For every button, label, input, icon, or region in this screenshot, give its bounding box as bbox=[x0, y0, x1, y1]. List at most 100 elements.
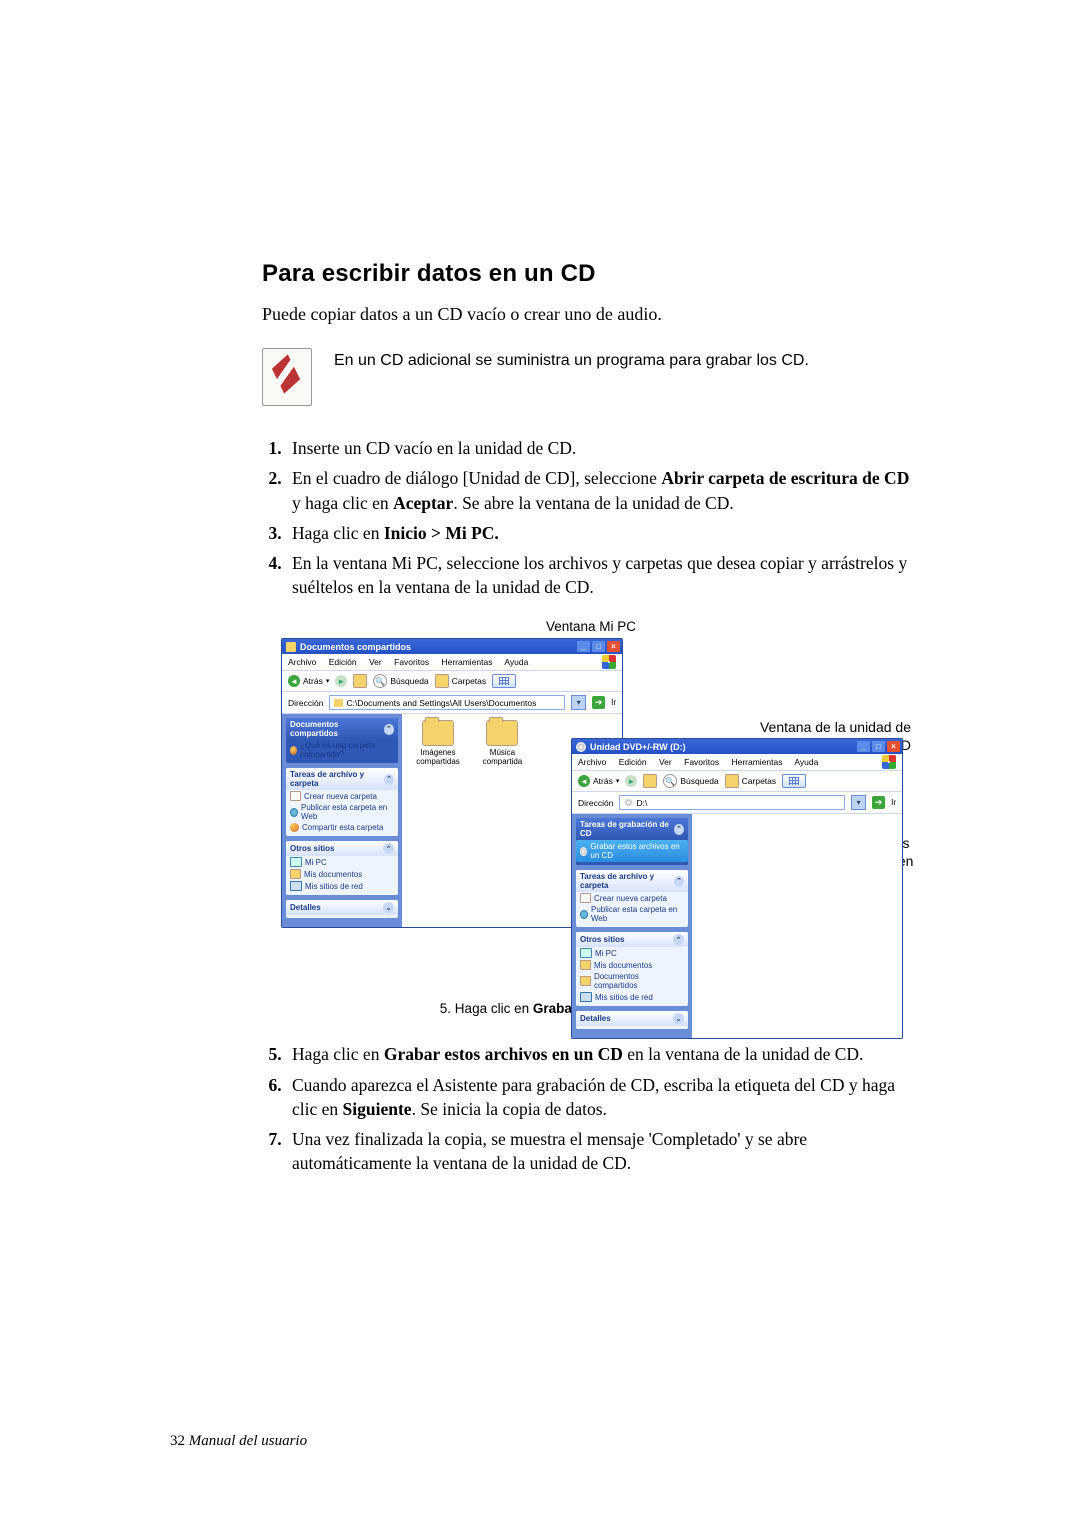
collapse-icon[interactable]: ⌃ bbox=[673, 934, 684, 945]
folder-imagenes[interactable]: Imágenes compartidas bbox=[408, 720, 468, 766]
folders-button[interactable]: Carpetas bbox=[725, 774, 777, 788]
collapse-icon[interactable]: ⌃ bbox=[384, 774, 394, 785]
up-button[interactable] bbox=[353, 674, 367, 688]
menu-favoritos[interactable]: Favoritos bbox=[394, 657, 429, 667]
menu-archivo[interactable]: Archivo bbox=[578, 757, 606, 767]
up-button[interactable] bbox=[643, 774, 657, 788]
toolbar: ◄Atrás▾ ► 🔍Búsqueda Carpetas bbox=[282, 671, 622, 692]
forward-button[interactable]: ► bbox=[625, 775, 637, 787]
go-button[interactable]: ➔ bbox=[872, 796, 885, 809]
expand-icon[interactable]: ⌄ bbox=[383, 902, 394, 913]
close-button[interactable]: × bbox=[887, 741, 900, 752]
menu-ver[interactable]: Ver bbox=[369, 657, 382, 667]
link-new-folder[interactable]: Crear nueva carpeta bbox=[286, 790, 398, 802]
address-dropdown[interactable]: ▾ bbox=[571, 695, 586, 710]
minimize-button[interactable]: _ bbox=[857, 741, 870, 752]
menu-edicion[interactable]: Edición bbox=[329, 657, 357, 667]
windows-flag-icon bbox=[882, 755, 896, 769]
link-mi-pc[interactable]: Mi PC bbox=[576, 947, 688, 959]
collapse-icon[interactable]: ⌃ bbox=[674, 876, 684, 887]
menu-favoritos[interactable]: Favoritos bbox=[684, 757, 719, 767]
window-cd-drive: Unidad DVD+/-RW (D:) _ □ × Archivo Edici… bbox=[571, 738, 903, 1039]
panel-other-places: Otros sitios⌃ Mi PC Mis documentos Docum… bbox=[576, 932, 688, 1006]
folder-musica[interactable]: Música compartida bbox=[472, 720, 532, 766]
address-label: Dirección bbox=[288, 698, 323, 708]
search-button[interactable]: 🔍Búsqueda bbox=[663, 774, 718, 788]
titlebar[interactable]: Documentos compartidos _ □ × bbox=[282, 639, 622, 654]
step-6: Cuando aparezca el Asistente para grabac… bbox=[286, 1073, 920, 1121]
steps-list-2: Haga clic en Grabar estos archivos en un… bbox=[262, 1042, 920, 1175]
panel-file-tasks: Tareas de archivo y carpeta⌃ Crear nueva… bbox=[576, 870, 688, 927]
views-button[interactable] bbox=[782, 774, 806, 788]
step-7: Una vez finalizada la copia, se muestra … bbox=[286, 1127, 920, 1175]
menu-ayuda[interactable]: Ayuda bbox=[794, 757, 818, 767]
views-button[interactable] bbox=[492, 674, 516, 688]
menu-herramientas[interactable]: Herramientas bbox=[731, 757, 782, 767]
menu-ver[interactable]: Ver bbox=[659, 757, 672, 767]
menu-archivo[interactable]: Archivo bbox=[288, 657, 316, 667]
folder-icon bbox=[286, 642, 296, 652]
note-text: En un CD adicional se suministra un prog… bbox=[334, 348, 809, 372]
address-bar: Dirección C:\Documents and Settings\All … bbox=[282, 692, 622, 714]
menu-herramientas[interactable]: Herramientas bbox=[441, 657, 492, 667]
titlebar[interactable]: Unidad DVD+/-RW (D:) _ □ × bbox=[572, 739, 902, 754]
figure: Ventana Mi PC Ventana de la unidad de CD… bbox=[281, 619, 901, 1018]
maximize-button[interactable]: □ bbox=[872, 741, 885, 752]
link-burn-cd[interactable]: Grabar estos archivos en un CD bbox=[576, 840, 688, 862]
folder-icon bbox=[486, 720, 518, 746]
link-network[interactable]: Mis sitios de red bbox=[286, 880, 398, 892]
menu-edicion[interactable]: Edición bbox=[619, 757, 647, 767]
intro-text: Puede copiar datos a un CD vacío o crear… bbox=[262, 302, 920, 326]
toolbar: ◄Atrás▾ ► 🔍Búsqueda Carpetas bbox=[572, 771, 902, 792]
address-dropdown[interactable]: ▾ bbox=[851, 795, 866, 810]
menu-ayuda[interactable]: Ayuda bbox=[504, 657, 528, 667]
maximize-button[interactable]: □ bbox=[592, 641, 605, 652]
menubar[interactable]: Archivo Edición Ver Favoritos Herramient… bbox=[572, 754, 902, 771]
pencil-note-icon bbox=[262, 348, 312, 406]
page-footer: 32 Manual del usuario bbox=[170, 1433, 307, 1450]
folder-icon bbox=[334, 699, 343, 707]
panel-cd-tasks: Tareas de grabación de CD⌃ Grabar estos … bbox=[576, 818, 688, 865]
address-label: Dirección bbox=[578, 798, 613, 808]
expand-icon[interactable]: ⌄ bbox=[673, 1013, 684, 1024]
link-mi-pc[interactable]: Mi PC bbox=[286, 856, 398, 868]
figure-title-a: Ventana Mi PC bbox=[281, 619, 901, 634]
link-shared-docs[interactable]: Documentos compartidos bbox=[576, 971, 688, 991]
step-3: Haga clic en Inicio > Mi PC. bbox=[286, 521, 920, 545]
note-callout: En un CD adicional se suministra un prog… bbox=[262, 348, 920, 406]
panel-details: Detalles⌄ bbox=[286, 900, 398, 918]
step-2: En el cuadro de diálogo [Unidad de CD], … bbox=[286, 466, 920, 514]
link-publish-web[interactable]: Publicar esta carpeta en Web bbox=[286, 802, 398, 822]
step-5: Haga clic en Grabar estos archivos en un… bbox=[286, 1042, 920, 1066]
link-mis-docs[interactable]: Mis documentos bbox=[576, 959, 688, 971]
link-new-folder[interactable]: Crear nueva carpeta bbox=[576, 892, 688, 904]
panel-details: Detalles⌄ bbox=[576, 1011, 688, 1029]
folders-button[interactable]: Carpetas bbox=[435, 674, 487, 688]
back-button[interactable]: ◄Atrás▾ bbox=[288, 675, 329, 687]
link-share-folder[interactable]: Compartir esta carpeta bbox=[286, 822, 398, 833]
forward-button[interactable]: ► bbox=[335, 675, 347, 687]
steps-list-1: Inserte un CD vacío en la unidad de CD. … bbox=[262, 436, 920, 599]
panel-shared-docs: Documentos compartidos⌃ ¿Qué es una carp… bbox=[286, 718, 398, 763]
tasks-sidebar: Tareas de grabación de CD⌃ Grabar estos … bbox=[572, 814, 692, 1038]
close-button[interactable]: × bbox=[607, 641, 620, 652]
menubar[interactable]: Archivo Edición Ver Favoritos Herramient… bbox=[282, 654, 622, 671]
link-network[interactable]: Mis sitios de red bbox=[576, 991, 688, 1003]
address-input[interactable]: C:\Documents and Settings\All Users\Docu… bbox=[329, 695, 565, 710]
search-button[interactable]: 🔍Búsqueda bbox=[373, 674, 428, 688]
minimize-button[interactable]: _ bbox=[577, 641, 590, 652]
link-publish-web[interactable]: Publicar esta carpeta en Web bbox=[576, 904, 688, 924]
address-input[interactable]: D:\ bbox=[619, 795, 845, 810]
go-button[interactable]: ➔ bbox=[592, 696, 605, 709]
content-area[interactable] bbox=[692, 814, 902, 1038]
back-button[interactable]: ◄Atrás▾ bbox=[578, 775, 619, 787]
collapse-icon[interactable]: ⌃ bbox=[674, 824, 684, 835]
link-mis-docs[interactable]: Mis documentos bbox=[286, 868, 398, 880]
link-what-shared[interactable]: ¿Qué es una carpeta compartida? bbox=[286, 740, 398, 760]
windows-flag-icon bbox=[602, 655, 616, 669]
footer-title: Manual del usuario bbox=[189, 1433, 307, 1449]
step-4: En la ventana Mi PC, seleccione los arch… bbox=[286, 551, 920, 599]
collapse-icon[interactable]: ⌃ bbox=[384, 724, 394, 735]
tasks-sidebar: Documentos compartidos⌃ ¿Qué es una carp… bbox=[282, 714, 402, 927]
collapse-icon[interactable]: ⌃ bbox=[383, 843, 394, 854]
